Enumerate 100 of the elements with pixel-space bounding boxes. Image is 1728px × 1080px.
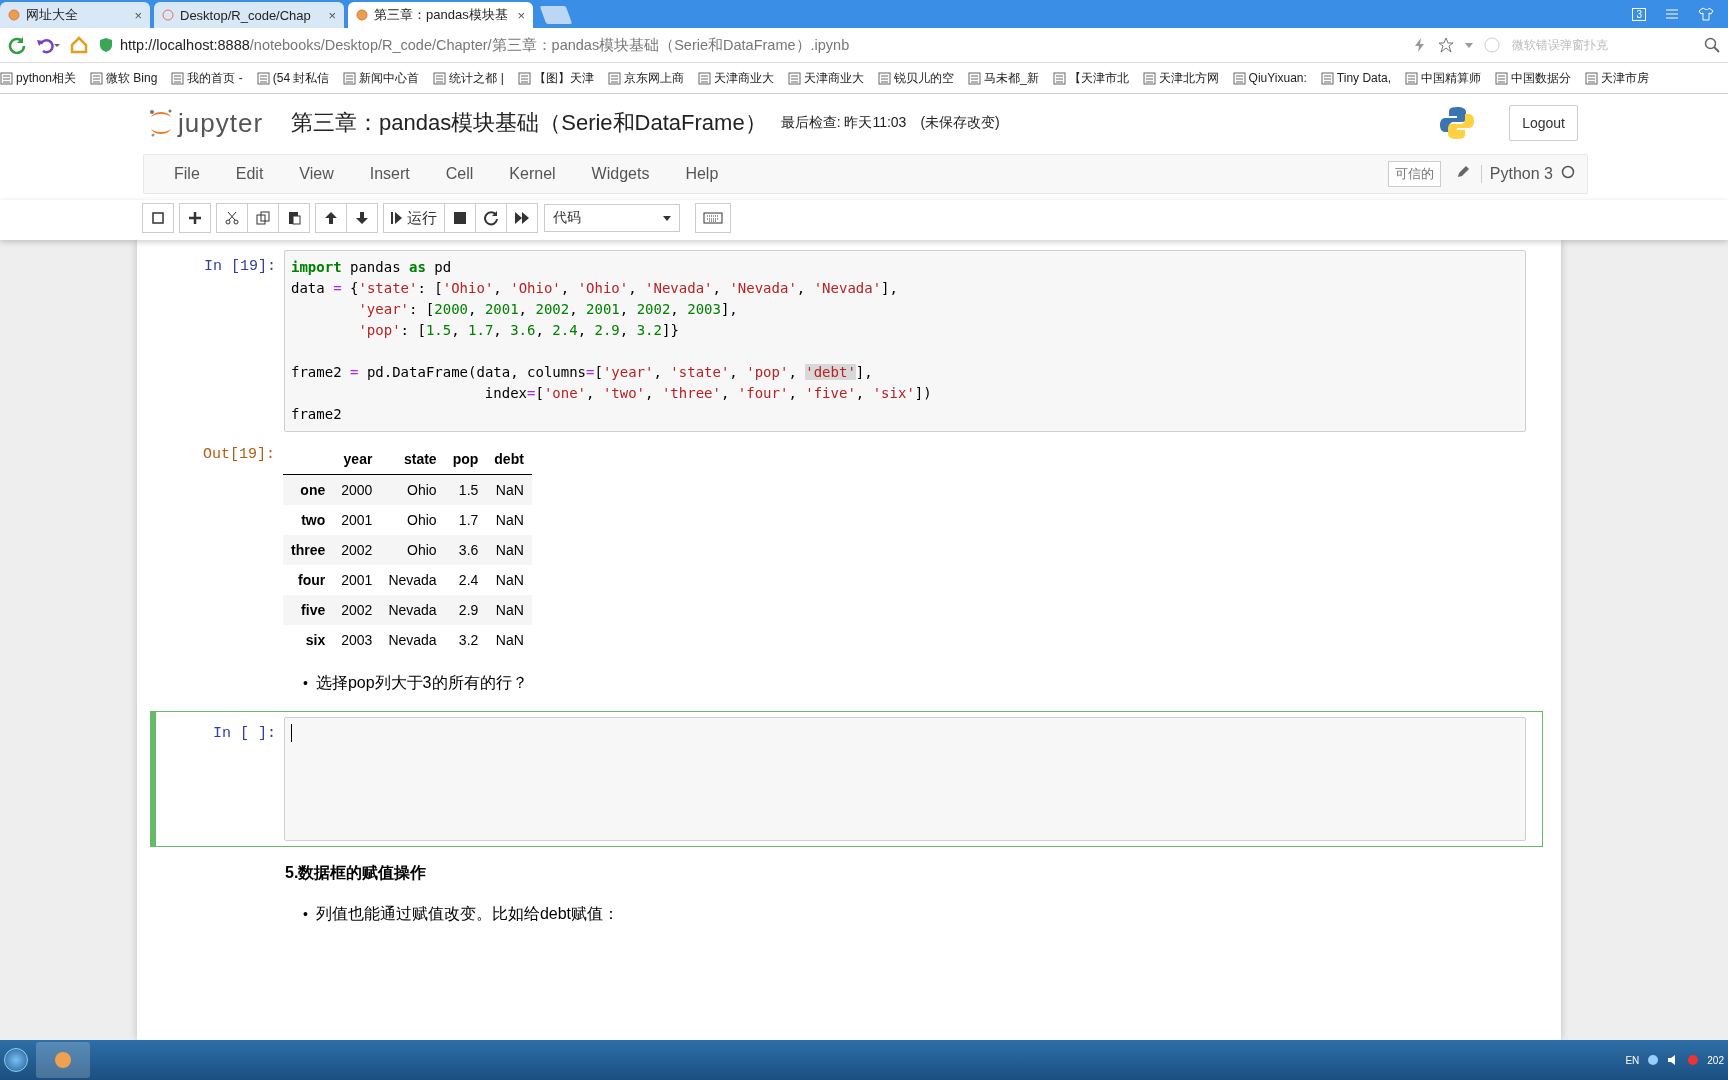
table-cell: 1.7 — [444, 505, 487, 535]
fast-forward-button[interactable] — [506, 203, 538, 233]
stop-button[interactable] — [444, 203, 476, 233]
close-button[interactable]: × — [328, 7, 336, 23]
arrow-up-button[interactable] — [315, 203, 347, 233]
bookmark[interactable]: python相关 — [0, 69, 77, 87]
menu-item[interactable]: View — [281, 165, 352, 183]
table-cell: NaN — [486, 474, 532, 505]
table-cell: 2002 — [333, 535, 381, 565]
table-cell: 1.5 — [444, 474, 487, 505]
bookmark-icon — [171, 71, 185, 85]
tab-label: 第三章：pandas模块基 — [374, 6, 509, 24]
bookmark[interactable]: Tiny Data, — [1320, 71, 1392, 85]
bookmark[interactable]: 微软 Bing — [90, 69, 158, 87]
bullet-text: 列值也能通过赋值改变。比如给debt赋值： — [315, 904, 620, 924]
bookmark[interactable]: 【图】天津 — [517, 69, 594, 87]
address-field[interactable]: http://localhost:8888/notebooks/Desktop/R_code/Chapter/第三章：pandas模块基础（Serie和DataFrame）.ipynb — [98, 35, 1402, 55]
text-cursor — [291, 724, 292, 742]
bullet-text: 选择pop列大于3的所有的行？ — [315, 673, 528, 693]
row-index: one — [283, 474, 334, 505]
bookmark[interactable]: 马未都_新 — [967, 69, 1039, 87]
logo-text: jupyter — [178, 107, 264, 139]
bookmark[interactable]: 中国精算师 — [1405, 69, 1482, 87]
bookmark[interactable]: 我的首页 - — [171, 69, 243, 87]
code-line: index=['one', 'two', 'three', 'four', 'five', 'six']) — [483, 384, 933, 403]
bookmark[interactable]: 天津市房 — [1585, 69, 1650, 87]
bookmark-icon — [1052, 71, 1066, 85]
menu-item[interactable]: Insert — [351, 165, 428, 183]
close-button[interactable]: × — [517, 7, 525, 23]
menu-item[interactable]: File — [156, 165, 218, 183]
table-cell: 3.6 — [444, 535, 487, 565]
menu-item[interactable]: Kernel — [491, 165, 574, 183]
table-cell: 2002 — [333, 595, 381, 625]
bookmark[interactable]: 中国数据分 — [1495, 69, 1572, 87]
menu-item[interactable]: Widgets — [573, 165, 668, 183]
table-cell: Nevada — [380, 565, 445, 595]
restart-icon — [483, 210, 499, 226]
table-cell: NaN — [486, 565, 532, 595]
table-cell: 2.9 — [444, 595, 487, 625]
bookmark-icon — [787, 71, 801, 85]
browser-tab[interactable]: Desktop/R_code/Chap × — [154, 2, 344, 28]
notebook-title[interactable]: 第三章：pandas模块基础（Serie和DataFrame） — [291, 108, 767, 138]
menu-item[interactable]: Edit — [217, 165, 282, 183]
search-icon — [1704, 37, 1720, 53]
search-field[interactable]: 微软错误弹窗扑克 — [1510, 37, 1694, 53]
kernel-name[interactable]: Python 3 — [1480, 165, 1553, 183]
close-button[interactable]: × — [134, 7, 142, 23]
table-cell: Nevada — [380, 625, 445, 655]
bookmark-icon — [1142, 71, 1156, 85]
arrow-down-icon — [354, 210, 370, 226]
save-button[interactable] — [142, 203, 174, 233]
keyboard-button[interactable] — [695, 203, 731, 233]
plus-button[interactable] — [179, 203, 211, 233]
paste-button[interactable] — [278, 203, 310, 233]
scissors-button[interactable] — [216, 203, 248, 233]
menu-item[interactable]: Help — [667, 165, 737, 183]
trusted-badge[interactable]: 可信的 — [1387, 161, 1441, 187]
code-editor[interactable] — [284, 250, 1526, 432]
table-cell: 2003 — [333, 625, 381, 655]
code-line: data = {'state': ['Ohio', 'Ohio', 'Ohio', 'Nevada', 'Nevada', 'Nevada'], — [291, 279, 899, 298]
bookmark[interactable]: 京东网上商 — [607, 69, 684, 87]
menu-item[interactable]: Cell — [427, 165, 492, 183]
bookmark[interactable]: 【天津市北 — [1052, 69, 1129, 87]
bookmark[interactable]: 天津商业大 — [787, 69, 864, 87]
browser-tab[interactable]: 第三章：pandas模块基 × — [348, 2, 533, 28]
bookmark[interactable]: (54 封私信 — [256, 69, 330, 87]
restart-button[interactable] — [475, 203, 507, 233]
row-index: six — [283, 625, 334, 655]
bookmark[interactable]: 锐贝儿的空 — [877, 69, 954, 87]
cell-type-select[interactable]: 代码 — [544, 204, 680, 232]
fast-forward-icon — [514, 210, 530, 226]
browser-tab[interactable]: 网址大全 × — [0, 2, 150, 28]
code-line: 'year': [2000, 2001, 2002, 2001, 2002, 2003], — [357, 300, 739, 319]
logout-button[interactable]: Logout — [1509, 105, 1578, 141]
bookmark-icon — [967, 71, 981, 85]
bookmark[interactable]: 天津商业大 — [697, 69, 774, 87]
code-line: frame2 = pd.DataFrame(data, columns=['year', 'state', 'pop', 'debt'], — [291, 363, 874, 382]
bookmark-icon — [343, 71, 357, 85]
app-icon — [53, 1050, 73, 1070]
scissors-icon — [224, 210, 240, 226]
row-index: two — [283, 505, 334, 535]
bookmark-icon — [1585, 71, 1599, 85]
bookmark[interactable]: 统计之都 | — [433, 69, 504, 87]
keyboard-icon — [703, 211, 723, 225]
table-cell: 3.2 — [444, 625, 487, 655]
bookmark[interactable]: 天津北方网 — [1142, 69, 1219, 87]
code-line: frame2 — [291, 405, 343, 424]
tab-label: Desktop/R_code/Chap — [180, 7, 312, 23]
column-header: debt — [486, 444, 532, 475]
section-heading: 5.数据框的赋值操作 — [285, 863, 428, 883]
arrow-down-button[interactable] — [346, 203, 378, 233]
table-cell: 2.4 — [444, 565, 487, 595]
page-icon — [162, 9, 174, 21]
bookmark[interactable]: 新闻中心首 — [343, 69, 420, 87]
bookmark-icon — [697, 71, 711, 85]
run-button[interactable]: 运行 — [383, 203, 445, 233]
start-button[interactable] — [4, 1048, 28, 1072]
language-indicator[interactable]: EN — [1625, 1054, 1640, 1066]
bookmark[interactable]: QiuYixuan: — [1232, 71, 1307, 85]
save-status: (未保存改变) — [920, 114, 1000, 132]
